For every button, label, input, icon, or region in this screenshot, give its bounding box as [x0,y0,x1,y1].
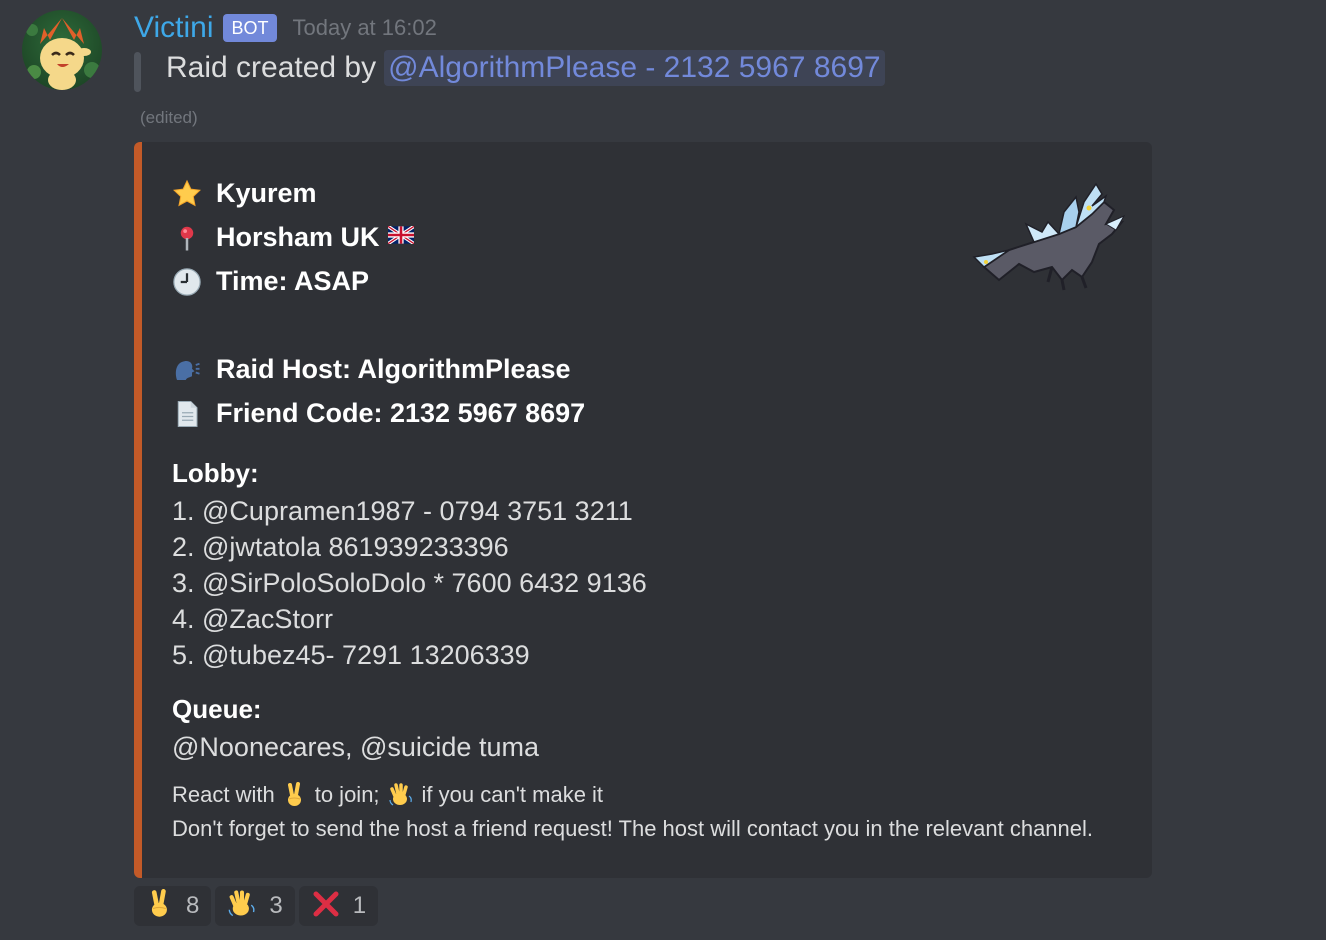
friend-code-text: Friend Code: 2132 5967 8697 [216,398,586,428]
victory-hand-icon [283,782,307,808]
reaction-count: 3 [269,892,283,919]
clock-icon [172,267,202,297]
pushpin-icon [172,223,202,253]
pokemon-field: Kyurem [172,178,317,209]
queue-title: Queue: [172,694,262,724]
bot-tag: BOT [223,14,277,42]
reaction-waving-hand[interactable]: 3 [215,886,295,926]
queue-list: @Noonecares, @suicide tuma [172,732,539,762]
pokemon-name: Kyurem [216,178,317,208]
host-text: Raid Host: AlgorithmPlease [216,354,571,384]
reaction-bar: 8 3 1 [134,886,382,926]
time-field: Time: ASAP [172,266,369,297]
reaction-count: 1 [352,892,367,919]
lobby-item: 1. @Cupramen1987 - 0794 3751 3211 [172,496,633,526]
message-header: Victini BOT Today at 16:02 [134,8,437,48]
waving-hand-icon [388,782,414,808]
raid-created-line: Raid created by @AlgorithmPlease - 2132 … [166,50,885,86]
reaction-victory-hand[interactable]: 8 [134,886,212,926]
lobby-title: Lobby: [172,458,259,488]
edited-label: (edited) [140,108,198,127]
lobby-item: 4. @ZacStorr [172,604,333,634]
uk-flag-icon [386,224,415,249]
victini-avatar-image [26,18,100,90]
react-cant-text: if you can't make it [421,782,604,807]
avatar[interactable] [22,10,102,90]
react-join-text: to join; [314,782,380,807]
friend-code-field: Friend Code: 2132 5967 8697 [172,398,585,429]
speaking-head-icon [172,355,202,385]
cross-mark-icon [311,889,341,924]
victory-hand-icon [146,888,174,924]
reaction-count: 8 [186,892,200,919]
location-text: Horsham UK [216,222,380,252]
lobby-item: 3. @SirPoloSoloDolo * 7600 6432 9136 [172,568,647,598]
reaction-cross-mark[interactable]: 1 [298,886,379,926]
react-prefix: React with [172,782,275,807]
username[interactable]: Victini [134,11,213,45]
react-instructions: React with to join; if you can't make it [172,782,603,808]
host-field: Raid Host: AlgorithmPlease [172,354,571,385]
waving-hand-icon [227,889,257,924]
time-text: Time: ASAP [216,266,370,296]
raid-created-label: Raid created by [166,51,377,84]
reminder-text: Don't forget to send the host a friend r… [172,816,1094,841]
raid-embed: Kyurem Horsham UK Time: ASAP Raid Host: … [134,142,1152,878]
page-icon [172,399,202,429]
chat-message: Victini BOT Today at 16:02 Raid created … [0,0,1326,940]
kyurem-sprite-image [972,182,1126,291]
star-icon [172,179,202,209]
timestamp: Today at 16:02 [292,15,437,40]
user-mention[interactable]: @AlgorithmPlease - 2132 5967 8697 [384,50,885,86]
kyurem-thumbnail[interactable] [964,172,1134,302]
lobby-item: 2. @jwtatola 861939233396 [172,532,509,562]
lobby-item: 5. @tubez45- 7291 13206339 [172,640,530,670]
location-field: Horsham UK [172,222,415,253]
blockquote-bar [134,52,141,92]
